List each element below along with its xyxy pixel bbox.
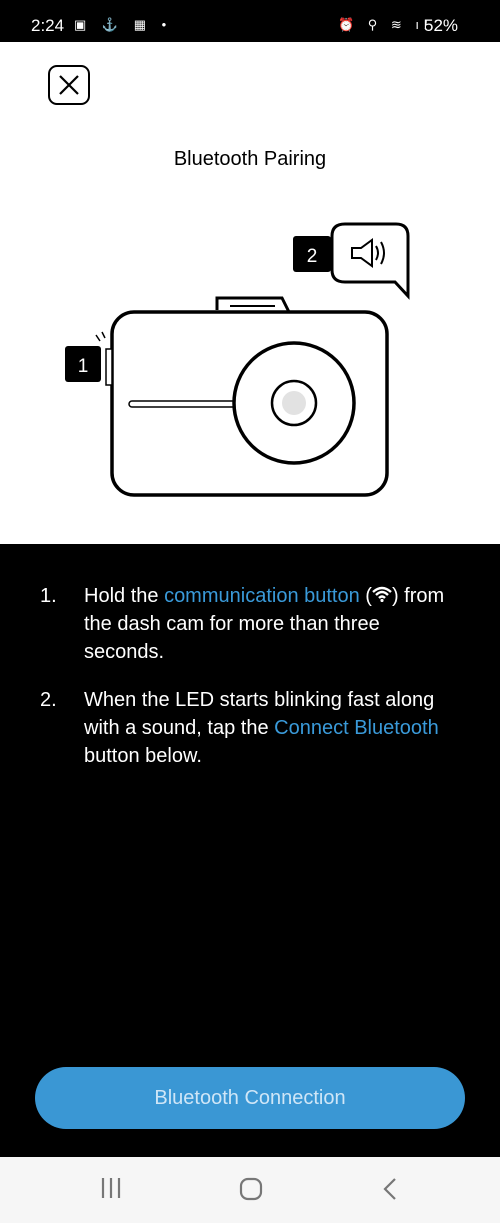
communication-button-link[interactable]: communication button (164, 585, 360, 607)
status-bar: 2:24 ▣ ⚓ ▦ • ⏰ ⚲ ≋ ıl 52% (0, 0, 500, 42)
recents-icon[interactable] (100, 1177, 122, 1204)
step-number: 1. (40, 585, 57, 607)
dashcam-illustration: 1 2 (65, 222, 410, 497)
step-text: button below. (84, 745, 202, 767)
step-number: 2. (40, 689, 57, 711)
instruction-step-2: 2. When the LED starts blinking fast alo… (0, 686, 500, 770)
bluetooth-connection-button[interactable]: Bluetooth Connection (35, 1067, 465, 1129)
illustration-panel: Bluetooth Pairing 1 2 (0, 42, 500, 544)
paren: ( (359, 585, 372, 607)
android-nav-bar (0, 1157, 500, 1223)
notification-icons: ▣ ⚓ ▦ • (74, 17, 173, 32)
speech-bubble (330, 222, 410, 300)
paren: ) (391, 585, 399, 607)
system-icons: ⏰ ⚲ ≋ ıl (338, 17, 432, 32)
step-badge-2-label: 2 (307, 246, 318, 267)
battery-level: 52% (424, 16, 459, 35)
back-icon[interactable] (382, 1177, 398, 1206)
wifi-icon (372, 586, 392, 603)
step-badge-1-label: 1 (78, 356, 89, 377)
status-time: 2:24 (31, 16, 65, 35)
instruction-list: 1. Hold the communication button () from… (0, 582, 500, 790)
home-icon[interactable] (239, 1177, 263, 1206)
step-text: Hold the (84, 585, 165, 607)
connect-bluetooth-link[interactable]: Connect Bluetooth (274, 717, 439, 739)
instruction-step-1: 1. Hold the communication button () from… (0, 582, 500, 666)
led-slot (128, 400, 240, 408)
side-button (105, 348, 113, 386)
